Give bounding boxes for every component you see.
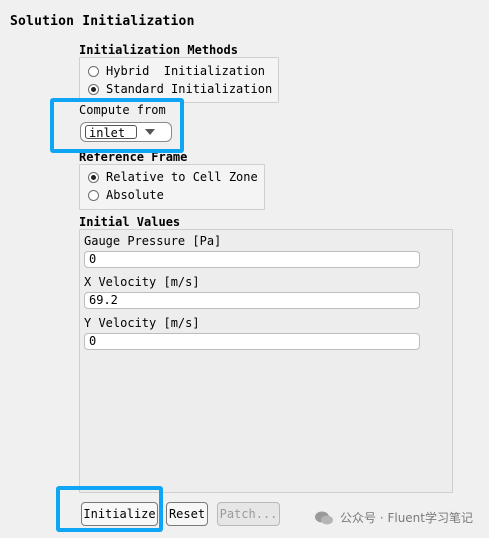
radio-relative-label: Relative to Cell Zone xyxy=(106,170,258,184)
compute-from-label: Compute from xyxy=(79,103,166,117)
initial-values-title: Initial Values xyxy=(79,215,181,229)
init-methods-group: Hybrid Initialization Standard Initializ… xyxy=(79,57,279,103)
reference-frame-group: Relative to Cell Zone Absolute xyxy=(79,164,265,210)
radio-standard-label: Standard Initialization xyxy=(106,82,273,96)
radio-hybrid-label: Hybrid Initialization xyxy=(106,64,265,78)
patch-button[interactable]: Patch... xyxy=(217,502,280,526)
x-velocity-input[interactable]: 69.2 xyxy=(84,292,420,309)
gauge-pressure-input[interactable]: 0 xyxy=(84,251,420,268)
watermark: 公众号 · Fluent学习笔记 xyxy=(314,509,473,526)
y-velocity-label: Y Velocity [m/s] xyxy=(84,316,200,330)
panel-title: Solution Initialization xyxy=(10,14,195,29)
radio-standard[interactable]: Standard Initialization xyxy=(88,80,272,98)
radio-hybrid-indicator[interactable] xyxy=(88,65,99,77)
gauge-pressure-label: Gauge Pressure [Pa] xyxy=(84,234,222,248)
compute-from-value: inlet xyxy=(85,125,137,140)
watermark-text: 公众号 · Fluent学习笔记 xyxy=(340,511,473,525)
wechat-icon xyxy=(315,511,334,524)
y-velocity-input[interactable]: 0 xyxy=(84,333,420,350)
radio-standard-indicator[interactable] xyxy=(88,83,99,95)
compute-from-dropdown[interactable]: inlet xyxy=(80,122,172,142)
radio-relative-indicator[interactable] xyxy=(88,171,99,183)
radio-absolute-indicator[interactable] xyxy=(88,189,99,201)
x-velocity-label: X Velocity [m/s] xyxy=(84,275,200,289)
initialize-button[interactable]: Initialize xyxy=(81,502,158,526)
initial-values-group: Gauge Pressure [Pa] 0 X Velocity [m/s] 6… xyxy=(79,229,453,493)
init-methods-title: Initialization Methods xyxy=(79,43,238,57)
reset-button[interactable]: Reset xyxy=(166,502,208,526)
radio-absolute[interactable]: Absolute xyxy=(88,186,164,204)
chevron-down-icon[interactable] xyxy=(144,128,156,136)
radio-relative[interactable]: Relative to Cell Zone xyxy=(88,168,258,186)
radio-absolute-label: Absolute xyxy=(106,188,164,202)
radio-hybrid[interactable]: Hybrid Initialization xyxy=(88,62,265,80)
